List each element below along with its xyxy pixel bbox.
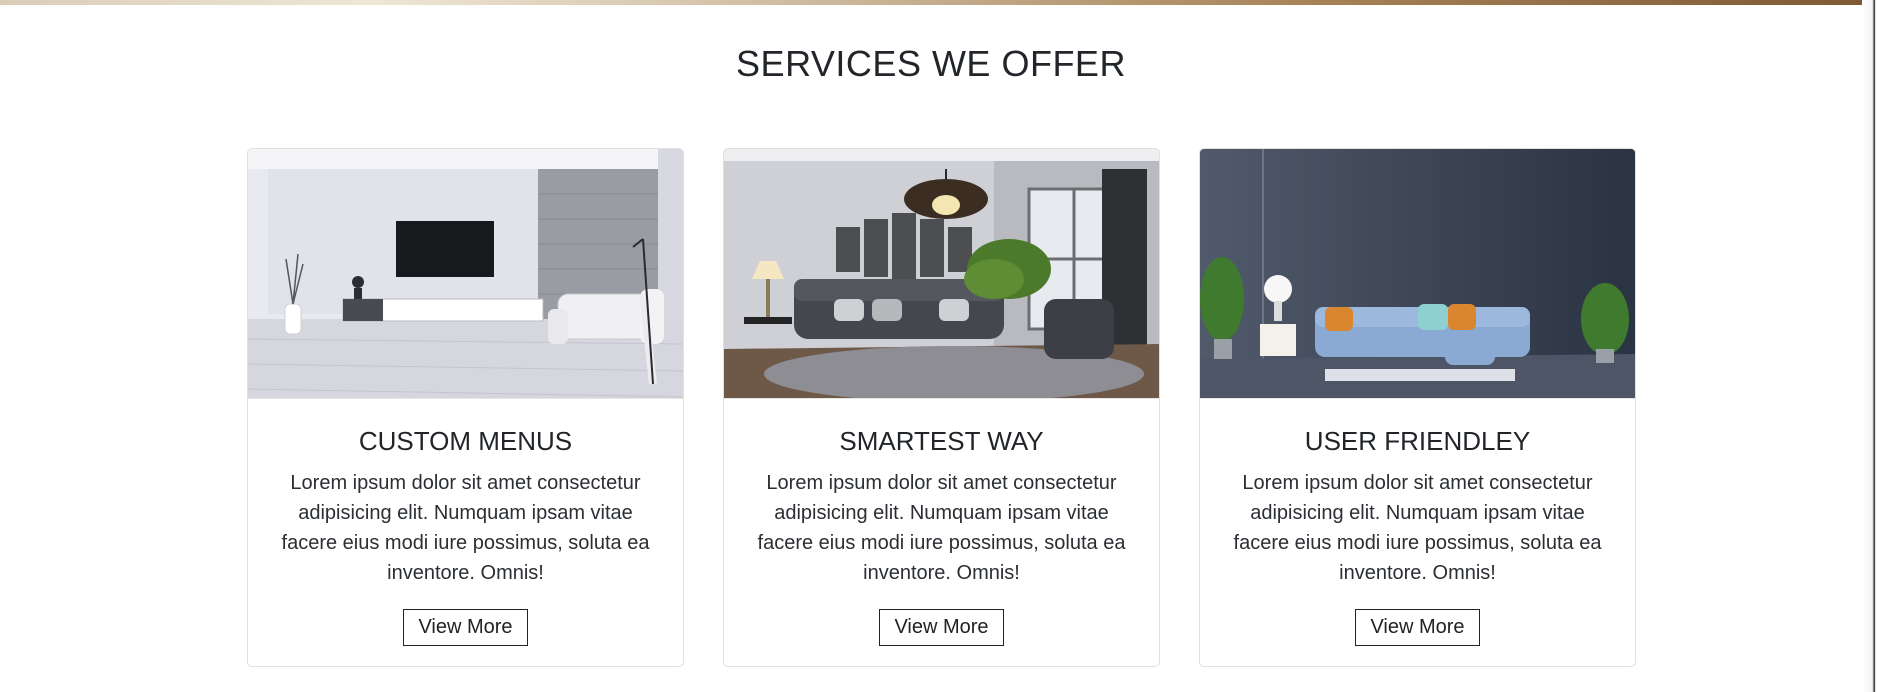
services-cards: CUSTOM MENUS Lorem ipsum dolor sit amet … [247,148,1636,667]
section-title: SERVICES WE OFFER [736,43,1126,84]
card-image-grey-sofa-room [724,149,1159,399]
card-title: CUSTOM MENUS [358,426,573,456]
view-more-button[interactable]: View More [879,609,1004,646]
service-card-smartest-way: SMARTEST WAY Lorem ipsum dolor sit amet … [723,148,1160,667]
card-title: USER FRIENDLEY [1304,426,1531,456]
service-card-custom-menus: CUSTOM MENUS Lorem ipsum dolor sit amet … [247,148,684,667]
card-description: Lorem ipsum dolor sit amet consectetur a… [757,472,1126,584]
view-more-button[interactable]: View More [403,609,528,646]
card-description: Lorem ipsum dolor sit amet consectetur a… [281,472,650,584]
view-more-button[interactable]: View More [1355,609,1480,646]
hero-image-bottom-edge [0,0,1862,5]
card-description: Lorem ipsum dolor sit amet consectetur a… [1233,472,1602,584]
window-edge [1862,0,1888,692]
card-image-blue-sofa-room [1200,149,1635,399]
card-title: SMARTEST WAY [839,426,1044,456]
service-card-user-friendley: USER FRIENDLEY Lorem ipsum dolor sit ame… [1199,148,1636,667]
card-image-white-living-room [248,149,683,399]
